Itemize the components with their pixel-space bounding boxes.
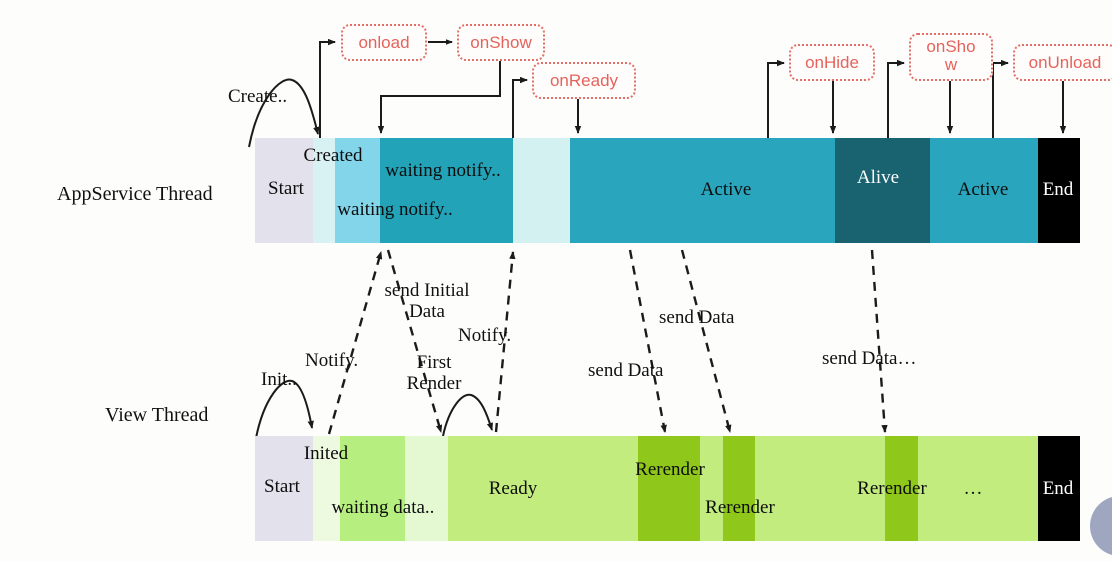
annotation-notify-1: Notify.	[305, 350, 359, 371]
view-label-ready: Ready	[488, 478, 538, 499]
corner-decoration-circle	[1090, 496, 1112, 556]
appservice-label-active-1: Active	[700, 179, 752, 200]
callout-onunload[interactable]: onUnload	[1013, 44, 1112, 81]
segment-ready[interactable]	[448, 436, 638, 541]
view-label-ellipsis: …	[963, 478, 983, 499]
annotation-init: Init..	[261, 369, 297, 390]
view-label-end: End	[1042, 478, 1074, 499]
segment-idle-gap[interactable]	[513, 138, 570, 243]
view-label-start: Start	[264, 476, 300, 497]
annotation-create: Create..	[228, 86, 288, 107]
annotation-send-data-2: send Data	[659, 307, 735, 328]
segment-rerender-1[interactable]	[638, 436, 700, 541]
segment-rerender-2[interactable]	[723, 436, 755, 541]
view-label-inited: Inited	[303, 443, 349, 464]
annotation-first-render: First Render	[406, 352, 462, 395]
callout-onload[interactable]: onload	[341, 24, 427, 61]
row-label-view-thread: View Thread	[105, 404, 209, 426]
callout-onshow-2-line2: w	[944, 54, 958, 74]
callout-onshow-2[interactable]: onSho w	[909, 33, 993, 81]
appservice-label-waiting-notify-lower: waiting notify..	[337, 199, 453, 220]
annotation-send-data-1: send Data	[588, 360, 664, 381]
view-label-waiting-data: waiting data..	[331, 497, 435, 518]
callout-onhide[interactable]: onHide	[789, 44, 875, 81]
appservice-label-created: Created	[303, 145, 363, 166]
callout-onshow-2-line1: onSho	[926, 37, 976, 56]
segment-ready-2[interactable]	[700, 436, 723, 541]
annotation-send-initial-data: send Initial Data	[384, 280, 470, 323]
annotation-send-data-3: send Data…	[822, 348, 917, 369]
segment-alive[interactable]	[835, 138, 930, 243]
appservice-label-waiting-notify-upper: waiting notify..	[385, 160, 501, 181]
callout-onready[interactable]: onReady	[532, 62, 636, 99]
view-label-rerender-1: Rerender	[635, 459, 705, 480]
segment-waiting-2[interactable]	[380, 138, 513, 243]
segment-pale-gap[interactable]	[405, 436, 448, 541]
annotation-notify-2: Notify.	[458, 325, 512, 346]
view-label-rerender-3: Rerender	[857, 478, 927, 499]
appservice-label-end: End	[1042, 179, 1074, 200]
view-label-rerender-2: Rerender	[705, 497, 775, 518]
callout-onshow[interactable]: onShow	[457, 24, 545, 61]
appservice-label-start: Start	[268, 178, 304, 199]
row-label-appservice-thread: AppService Thread	[57, 183, 213, 205]
appservice-label-alive: Alive	[856, 167, 900, 188]
appservice-label-active-2: Active	[957, 179, 1009, 200]
diagram-canvas: AppService Thread View Thread Start Crea…	[0, 0, 1112, 561]
